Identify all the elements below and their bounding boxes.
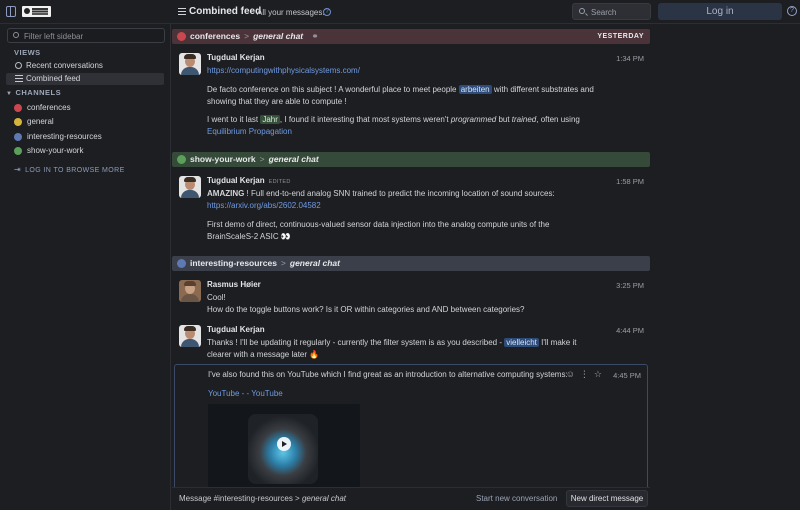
message-hover-frame[interactable]: ☺⋮☆ 4:45 PM I've also found this on YouT… — [174, 364, 648, 494]
date-label: YESTERDAY — [597, 33, 644, 40]
message-paragraph: First demo of direct, continuous-valued … — [207, 220, 550, 241]
sidebar-toggle-icon[interactable] — [6, 6, 16, 17]
message-link[interactable]: https://arxiv.org/abs/2602.04582 — [207, 201, 321, 210]
channels-heading[interactable]: ▼ CHANNELS — [6, 88, 61, 97]
search-icon — [13, 32, 19, 38]
globe-icon — [14, 133, 22, 141]
message-paragraph: I went to it last Jahr, I found it inter… — [207, 115, 580, 136]
help-icon[interactable]: ? — [323, 8, 331, 16]
avatar[interactable] — [179, 280, 201, 302]
recipient-bar-conferences[interactable]: conferences > general chat ⚭ YESTERDAY — [172, 29, 650, 44]
left-sidebar: Filter left sidebar VIEWS Recent convers… — [0, 24, 171, 510]
sidebar-item-label: Combined feed — [26, 74, 81, 83]
message-time[interactable]: 3:25 PM — [616, 281, 644, 290]
message-link[interactable]: https://computingwithphysicalsystems.com… — [207, 66, 360, 75]
stream-name[interactable]: conferences — [190, 31, 240, 41]
message-time[interactable]: 4:44 PM — [616, 326, 644, 335]
sidebar-item-interesting-resources[interactable]: interesting-resources — [14, 131, 164, 143]
message-feed: conferences > general chat ⚭ YESTERDAY Tug… — [172, 24, 800, 510]
star-icon[interactable]: ☆ — [594, 369, 607, 379]
message-link[interactable]: Equilibrium Propagation — [207, 127, 292, 136]
youtube-video-thumbnail[interactable] — [208, 404, 360, 494]
views-heading[interactable]: VIEWS — [14, 48, 41, 57]
channel-label: conferences — [27, 103, 71, 112]
globe-icon — [177, 155, 186, 164]
filter-placeholder: Filter left sidebar — [24, 32, 84, 41]
topic-name[interactable]: general chat — [290, 258, 340, 268]
stream-name[interactable]: show-your-work — [190, 154, 256, 164]
message-paragraph: Thanks ! I'll be updating it regularly -… — [207, 338, 577, 359]
highlighted-word: vielleicht — [504, 338, 539, 347]
globe-icon — [14, 147, 22, 155]
avatar[interactable] — [179, 53, 201, 75]
stream-name[interactable]: interesting-resources — [190, 258, 277, 268]
recipient-bar-show-your-work[interactable]: show-your-work > general chat — [172, 152, 650, 167]
topic-name[interactable]: general chat — [253, 31, 303, 41]
highlighted-word: arbeiten — [458, 85, 492, 94]
sidebar-item-recent-conversations[interactable]: Recent conversations — [6, 60, 164, 72]
sender-name[interactable]: Rasmus Høier — [207, 280, 261, 289]
sidebar-item-combined-feed[interactable]: Combined feed — [6, 73, 164, 85]
globe-icon — [14, 118, 22, 126]
edited-badge: EDITED — [268, 179, 291, 185]
feed-icon — [178, 8, 186, 17]
sidebar-item-label: Recent conversations — [26, 61, 103, 70]
message-paragraph: De facto conference on this subject ! A … — [207, 85, 594, 106]
link-icon[interactable]: ⚭ — [312, 31, 319, 41]
help-menu-icon[interactable]: ? — [787, 6, 797, 16]
organization-logo[interactable] — [22, 6, 51, 17]
message-paragraph: I've also found this on YouTube which I … — [208, 370, 568, 379]
message[interactable]: Tugdual Kerjan 4:44 PM Thanks ! I'll be … — [172, 320, 650, 364]
sidebar-item-conferences[interactable]: conferences — [14, 102, 164, 114]
globe-icon — [14, 104, 22, 112]
message[interactable]: Tugdual Kerjan EDITED 1:58 PM AMAZING ! F… — [172, 171, 650, 251]
play-icon[interactable] — [277, 437, 291, 451]
sidebar-item-general[interactable]: general — [14, 116, 164, 128]
globe-icon — [177, 32, 186, 41]
avatar[interactable] — [179, 325, 201, 347]
browse-channels-link[interactable]: LOG IN TO BROWSE MORE — [14, 165, 125, 174]
channel-label: show-your-work — [27, 146, 84, 155]
search-icon — [579, 8, 585, 14]
start-new-conversation-button[interactable]: Start new conversation — [476, 494, 557, 503]
feed-icon — [15, 75, 23, 83]
message-time[interactable]: 1:34 PM — [616, 54, 644, 63]
topic-name[interactable]: general chat — [269, 154, 319, 164]
message-time[interactable]: 1:58 PM — [616, 177, 644, 186]
channel-label: general — [27, 117, 54, 126]
message[interactable]: Rasmus Høier 3:25 PM Cool! How do the to… — [172, 275, 650, 320]
message[interactable]: Tugdual Kerjan 1:34 PM https://computing… — [172, 48, 650, 143]
message-line: Cool! — [207, 293, 226, 302]
compose-bar: Message #interesting-resources > general… — [172, 487, 650, 510]
recipient-bar-interesting-resources[interactable]: interesting-resources > general chat — [172, 256, 650, 271]
search-label: Search — [591, 8, 617, 17]
more-options-icon[interactable]: ⋮ — [580, 369, 594, 379]
globe-icon — [177, 259, 186, 268]
page-subtitle: All your messages. — [257, 8, 325, 17]
login-button[interactable]: Log in — [658, 3, 782, 20]
clock-icon — [15, 62, 22, 69]
message-paragraph: AMAZING ! Full end-to-end analog SNN tra… — [207, 189, 555, 210]
search-box[interactable]: Search — [572, 3, 651, 20]
highlighted-word: Jahr — [260, 115, 280, 124]
sidebar-filter-input[interactable]: Filter left sidebar — [7, 28, 165, 43]
page-title: Combined feed — [189, 6, 262, 17]
new-direct-message-button[interactable]: New direct message — [566, 490, 648, 507]
message-line: How do the toggle buttons work? Is it OR… — [207, 305, 525, 314]
message-time[interactable]: 4:45 PM — [613, 371, 641, 380]
message-link[interactable]: YouTube - - YouTube — [208, 388, 608, 400]
sidebar-item-show-your-work[interactable]: show-your-work — [14, 145, 164, 157]
sender-name[interactable]: Tugdual Kerjan — [207, 325, 265, 334]
top-bar: Combined feed All your messages. ? Searc… — [0, 0, 800, 24]
sender-name[interactable]: Tugdual Kerjan — [207, 53, 265, 62]
channel-label: interesting-resources — [27, 132, 102, 141]
compose-target[interactable]: Message #interesting-resources > general… — [179, 494, 346, 503]
avatar[interactable] — [179, 176, 201, 198]
sender-name[interactable]: Tugdual Kerjan EDITED — [207, 176, 291, 185]
